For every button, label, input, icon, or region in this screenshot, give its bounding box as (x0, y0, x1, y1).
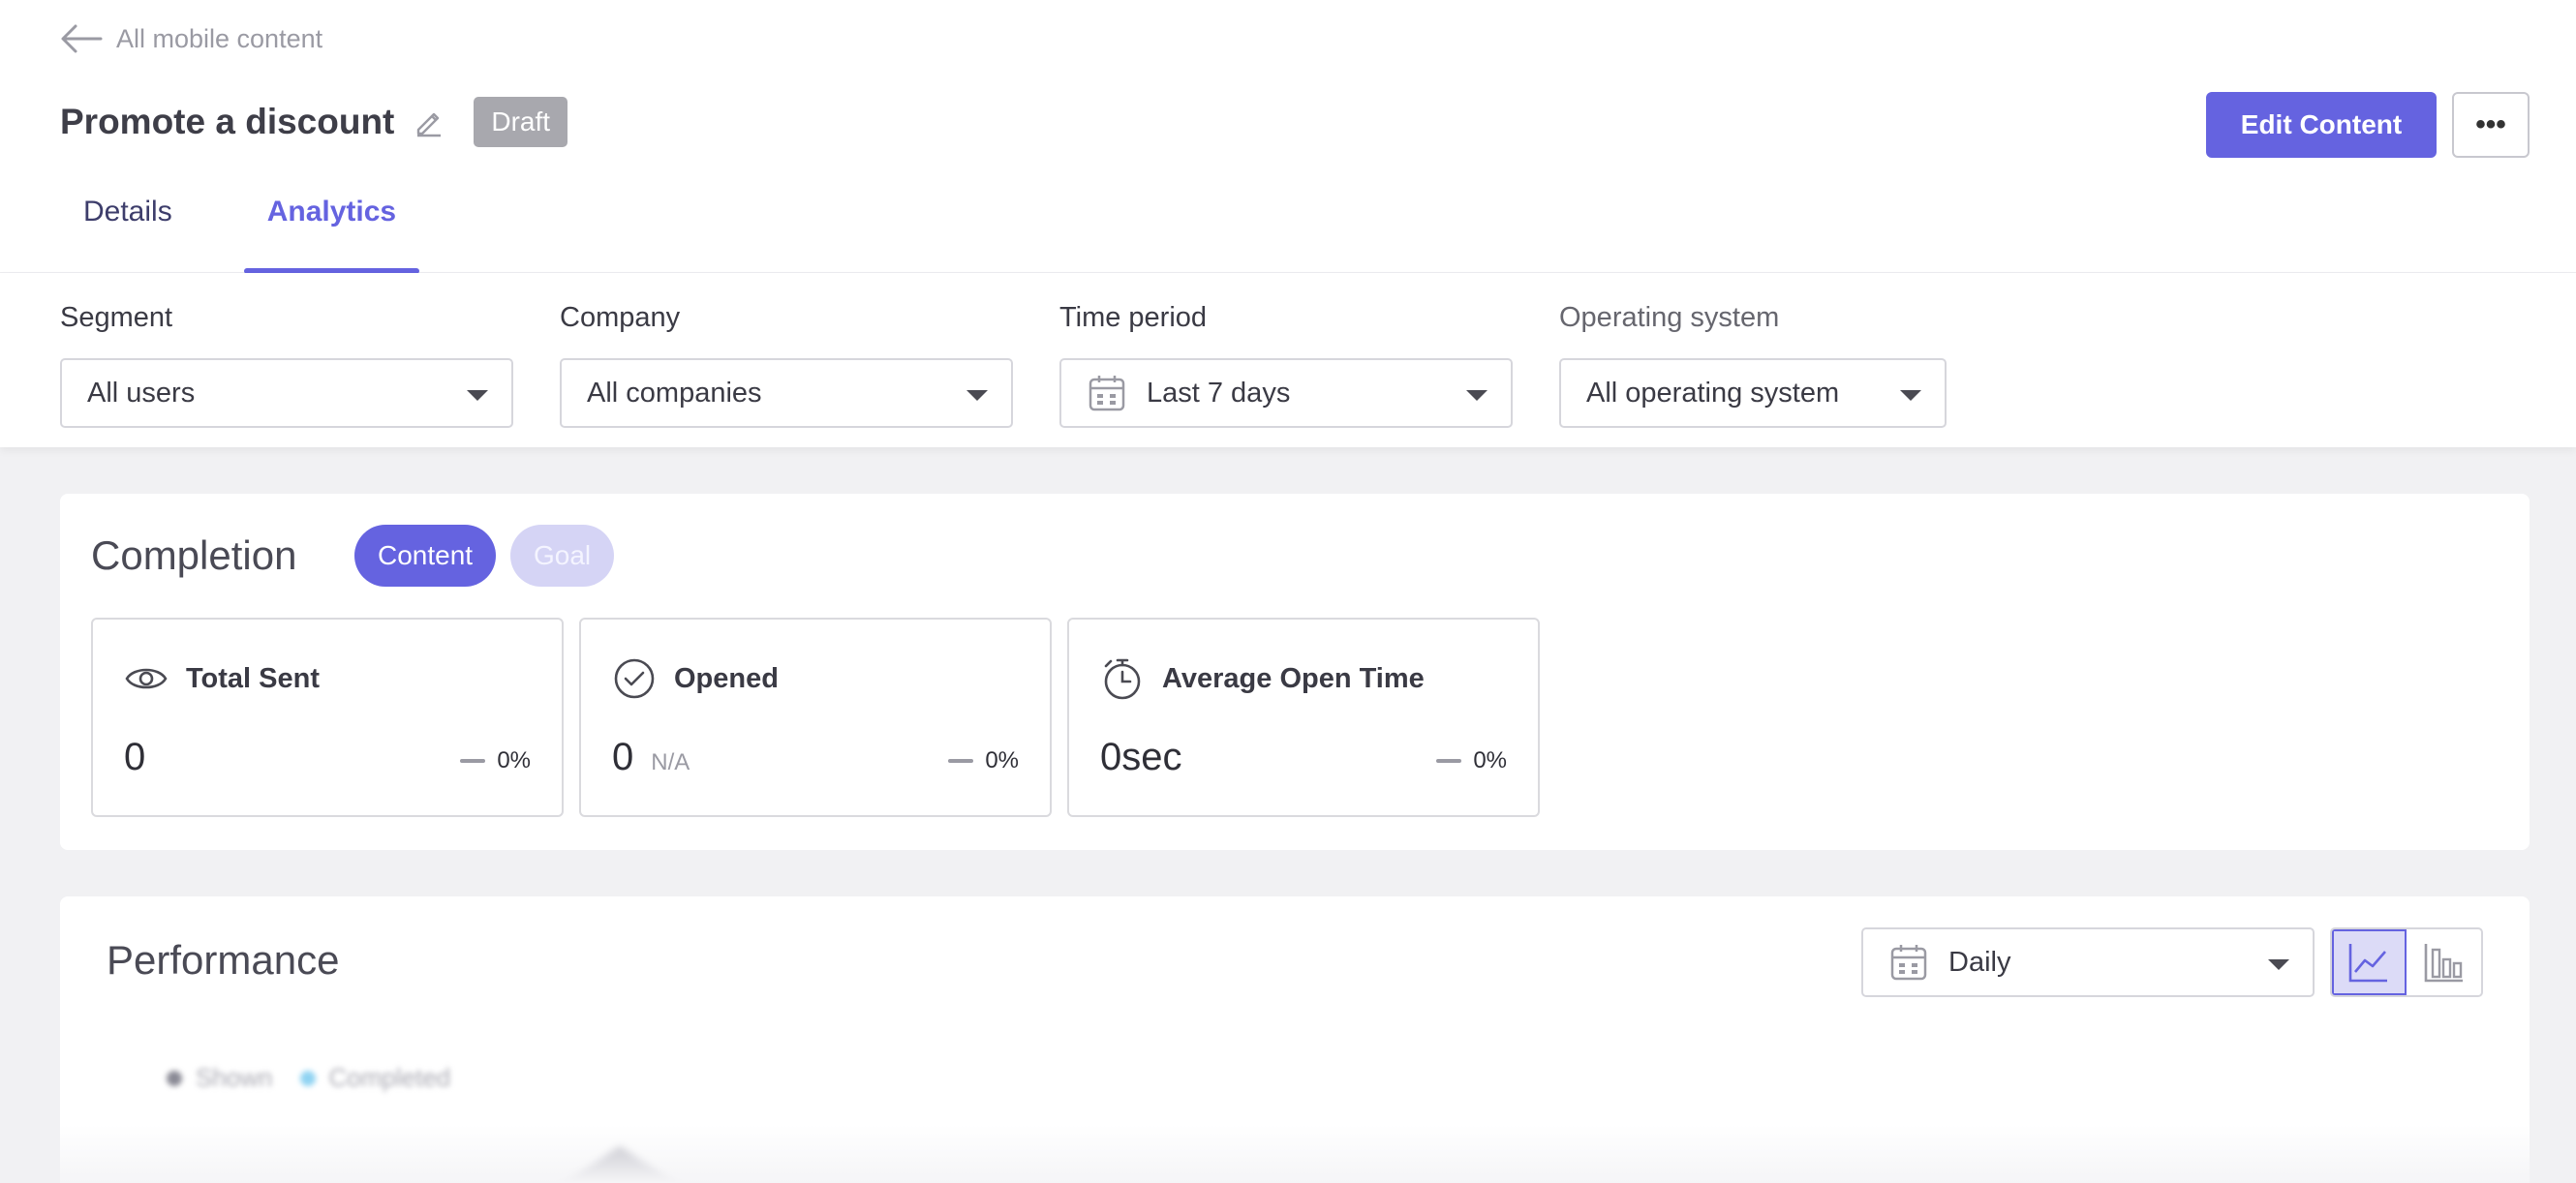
tab-bar: Details Analytics (60, 174, 420, 274)
page-header: All mobile content Promote a discount Dr… (0, 0, 2576, 274)
legend-shown: Shown (196, 1063, 273, 1092)
eye-icon (125, 668, 168, 689)
calendar-icon (1089, 376, 1125, 411)
time-period-value: Last 7 days (1147, 377, 1291, 409)
calendar-icon (1890, 945, 1927, 981)
segment-select[interactable]: All users (60, 358, 513, 428)
operating-system-label: Operating system (1559, 302, 1780, 333)
check-circle-icon (614, 658, 655, 699)
stopwatch-icon (1104, 658, 1141, 700)
bar-chart-button[interactable] (2407, 929, 2481, 995)
bar-chart-icon (2424, 944, 2463, 983)
status-badge: Draft (474, 97, 568, 147)
stat-value: 0 (124, 736, 146, 778)
line-chart-button[interactable] (2332, 929, 2407, 995)
title-row: Promote a discount Draft (60, 97, 568, 147)
back-link[interactable]: All mobile content (60, 21, 322, 56)
chart-type-toggle (2330, 927, 2483, 997)
completion-card: Completion Content Goal Total Sent 0 0% … (60, 494, 2530, 850)
caret-down-icon (2268, 959, 2289, 970)
page-title: Promote a discount (60, 102, 395, 141)
granularity-select[interactable]: Daily (1861, 927, 2315, 997)
chart-legend: Shown Completed (167, 1063, 450, 1093)
time-period-filter: Time period Last 7 days (1059, 302, 1513, 428)
content-pill[interactable]: Content (354, 525, 497, 587)
stat-total-sent: Total Sent 0 0% (91, 618, 564, 817)
pencil-icon[interactable] (414, 106, 445, 137)
time-period-label: Time period (1059, 302, 1208, 333)
stat-average-open-time: Average Open Time 0sec 0% (1067, 618, 1540, 817)
completion-title: Completion (91, 532, 297, 578)
granularity-value: Daily (1948, 946, 2011, 978)
stat-change: 0% (460, 747, 531, 774)
operating-system-filter: Operating system All operating system (1559, 302, 1947, 428)
stat-label: Average Open Time (1162, 662, 1425, 694)
legend-completed: Completed (328, 1063, 451, 1092)
segment-label: Segment (60, 302, 173, 333)
stat-na: N/A (651, 749, 690, 775)
time-period-select[interactable]: Last 7 days (1059, 358, 1513, 428)
company-filter: Company All companies (560, 302, 1013, 428)
dash-icon (460, 759, 486, 763)
performance-card: Performance Daily Shown Completed (60, 896, 2530, 1183)
filter-bar: Segment All users Company All companies … (0, 273, 2576, 447)
operating-system-select[interactable]: All operating system (1559, 358, 1947, 428)
stat-value: 0sec (1100, 736, 1182, 778)
segment-value: All users (87, 377, 196, 409)
arrow-left-icon (61, 24, 103, 53)
performance-title: Performance (107, 937, 340, 983)
legend-dot-completed (299, 1070, 316, 1086)
dash-icon (1436, 759, 1462, 763)
chart-fade (60, 1125, 2530, 1183)
stat-label: Opened (674, 662, 779, 694)
company-select[interactable]: All companies (560, 358, 1013, 428)
operating-system-value: All operating system (1586, 377, 1840, 409)
caret-down-icon (1466, 390, 1487, 401)
company-label: Company (560, 302, 681, 333)
stat-label: Total Sent (186, 662, 321, 694)
stat-change: 0% (948, 747, 1019, 774)
caret-down-icon (966, 390, 988, 401)
stat-value: 0 (612, 736, 634, 778)
company-value: All companies (587, 377, 762, 409)
edit-content-button[interactable]: Edit Content (2206, 92, 2437, 158)
back-link-label: All mobile content (116, 23, 323, 53)
stat-opened: Opened 0 N/A 0% (579, 618, 1052, 817)
caret-down-icon (467, 390, 488, 401)
tab-analytics[interactable]: Analytics (243, 174, 420, 274)
more-options-button[interactable]: ••• (2452, 92, 2530, 158)
line-chart-icon (2348, 944, 2387, 983)
legend-dot-shown (167, 1070, 182, 1086)
goal-pill[interactable]: Goal (510, 525, 615, 587)
segment-filter: Segment All users (60, 302, 513, 428)
caret-down-icon (1900, 390, 1921, 401)
tab-details[interactable]: Details (60, 174, 196, 271)
dash-icon (948, 759, 974, 763)
stat-change: 0% (1436, 747, 1507, 774)
